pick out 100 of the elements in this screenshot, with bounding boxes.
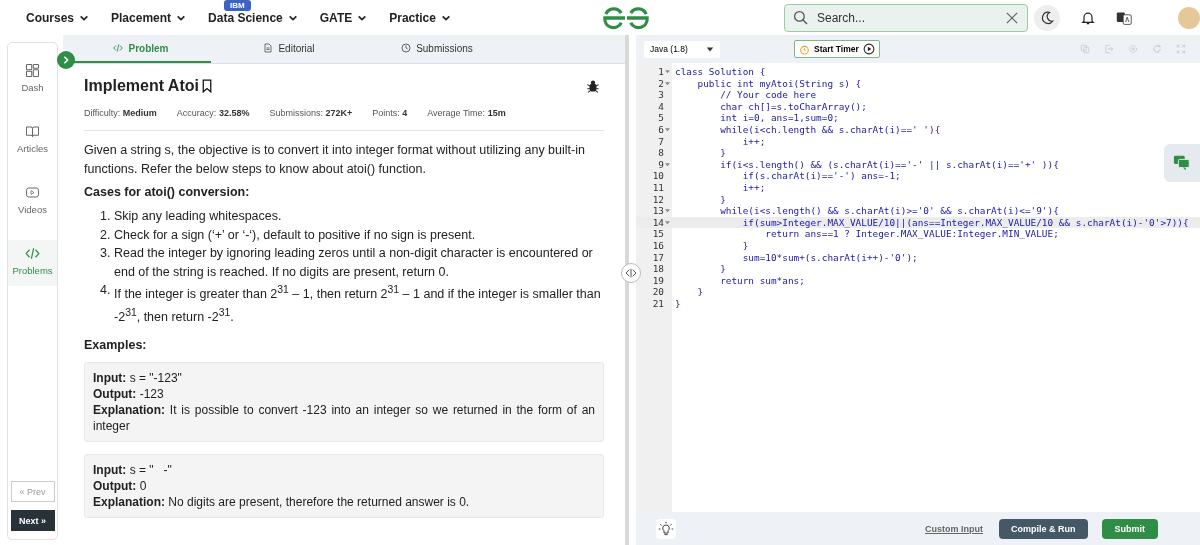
sidebar-item[interactable]: Articles <box>8 118 57 164</box>
tab[interactable]: Submissions <box>367 35 507 63</box>
nav-menu-item[interactable]: Practice <box>389 10 451 25</box>
tab[interactable]: Problem <box>71 35 211 63</box>
case-text: Skip any leading whitespaces. <box>114 208 282 225</box>
line-number: 1 <box>658 66 664 78</box>
tab[interactable]: Editorial <box>219 35 359 63</box>
code-line: return sum*ans; <box>719 274 805 287</box>
meta-label: Points: 4 <box>372 108 408 118</box>
line-number: 6 <box>658 123 664 136</box>
line-number: 4 <box>658 100 664 113</box>
code-line: // Your code here <box>719 89 817 101</box>
search-field[interactable]: Search... <box>784 3 1028 32</box>
list-number: 3. <box>100 245 112 262</box>
fold-icon[interactable] <box>665 127 670 133</box>
caret-icon <box>706 45 714 53</box>
line-number: 9 <box>658 158 664 171</box>
code-line: public int myAtoi(String s) { <box>696 77 862 90</box>
nav-menu-item[interactable]: Data Science <box>208 10 298 25</box>
line-number: 20 <box>652 286 664 298</box>
nav-menu-item[interactable]: GATE <box>319 10 368 25</box>
fold-icon[interactable] <box>665 208 670 214</box>
sidebar-item[interactable]: Videos <box>8 179 57 225</box>
meta-label: Accuracy: 32.58% <box>176 108 250 118</box>
code-line: return ans==1 ? Integer.MAX_VALUE:Integer.MIN_VALUE; <box>764 228 1059 240</box>
nav-menu-item[interactable]: Courses <box>26 10 90 25</box>
code-line: } <box>696 286 704 298</box>
lightbulb-icon <box>658 520 674 537</box>
line-number: 8 <box>658 147 664 159</box>
search-icon <box>793 9 809 26</box>
reset-icon[interactable] <box>1152 44 1162 54</box>
dark-mode-button[interactable] <box>1034 4 1060 31</box>
example-line: Input: s = "-123" <box>93 370 183 387</box>
example-line: Output: -123 <box>93 386 165 403</box>
line-number: 11 <box>652 181 664 194</box>
code-line: class Solution { <box>674 66 766 78</box>
line-number: 19 <box>652 274 664 287</box>
custom-input-link[interactable]: Custom Input <box>925 523 983 534</box>
moon-icon <box>1039 9 1055 26</box>
nav-menu-item[interactable]: Placement <box>111 10 187 25</box>
sidebar-item[interactable]: Dash <box>8 57 57 103</box>
case-text: Check for a sign (‘+’ or ‘-‘), default to positive if no sign is present. <box>114 226 476 244</box>
code-line: int i=0, ans=1,sum=0; <box>719 112 839 124</box>
expand-button[interactable] <box>57 51 75 69</box>
next-button[interactable]: Next » <box>10 510 55 531</box>
chat-button[interactable] <box>1164 144 1200 182</box>
line-number: 12 <box>652 193 664 206</box>
language-dropdown[interactable]: Java (1.8) <box>644 40 720 58</box>
example-line: Explanation: It is possible to convert -123 into an integer so we returned in the form of an integer <box>93 402 595 435</box>
code-line: sum=10*sum+(s.charAt(i++)-'0'); <box>741 251 918 264</box>
problem-title: Implement Atoi <box>84 77 199 95</box>
bookmark-icon[interactable] <box>201 79 212 93</box>
line-number: 21 <box>652 297 664 310</box>
example-line: Input: s = " -" <box>93 462 173 479</box>
chat-icon <box>1173 154 1191 172</box>
example-line: Output: 0 <box>93 478 148 495</box>
close-icon[interactable] <box>1006 11 1018 24</box>
example-line: Explanation: No digits are present, therefore the returned answer is 0. <box>93 494 471 511</box>
fullscreen-icon[interactable] <box>1176 44 1186 54</box>
line-number: 7 <box>658 135 664 148</box>
logo-icon[interactable] <box>602 5 650 30</box>
start-timer-button[interactable]: Start Timer <box>794 40 880 58</box>
resize-handle[interactable] <box>621 263 641 283</box>
line-number: 3 <box>658 89 664 101</box>
code-icon <box>113 43 124 53</box>
meta-label: Submissions: 272K+ <box>269 108 353 118</box>
code-line: if(sum>Integer.MAX_VALUE/10||(ans==Integer.MAX_VALUE/10 && s.charAt(i)-'0'>7)){ <box>741 216 1189 229</box>
bug-icon[interactable] <box>586 79 600 93</box>
fold-icon[interactable] <box>665 162 670 168</box>
code-line: } <box>741 239 749 252</box>
meta-label: Average Time: 15m <box>427 108 506 118</box>
nav-badge: IBM <box>224 0 251 11</box>
list-number: 2. <box>100 226 112 244</box>
book-icon <box>25 124 40 139</box>
fold-icon[interactable] <box>665 80 670 86</box>
document-icon <box>263 43 274 53</box>
line-number: 15 <box>652 228 664 240</box>
fold-icon[interactable] <box>665 220 670 225</box>
hint-button[interactable] <box>656 518 676 539</box>
code-icon <box>25 246 40 261</box>
line-number: 17 <box>652 251 664 264</box>
line-number: 13 <box>652 205 664 217</box>
fold-icon[interactable] <box>665 69 670 75</box>
code-line: i++; <box>741 135 766 148</box>
sidebar-item[interactable]: Problems <box>8 240 57 286</box>
line-number: 18 <box>652 263 664 275</box>
code-line: while(i<ch.length && s.charAt(i)==' '){ <box>719 123 941 136</box>
list-number: 1. <box>100 208 112 225</box>
translate-icon[interactable] <box>1116 9 1132 26</box>
section-heading: Cases for atoi() conversion: <box>84 185 251 199</box>
code-line: } <box>719 193 726 206</box>
case-text: Read the integer by ignoring leading zeros until a non-digit character is encountered or end of the string is reached. If no digits are present, return 0. <box>114 245 594 281</box>
code-line: if(i<s.length() && (s.charAt(i)=='-' || s.charAt(i)=='+' )){ <box>719 158 1059 171</box>
avatar[interactable] <box>1178 6 1200 29</box>
submit-button[interactable]: Submit <box>1101 518 1158 539</box>
line-number: 14 <box>652 216 664 229</box>
case-text: If the integer is greater than 2$^{31}$ – 1, then return 2$^{31}$ – 1 and if the integer is smaller than -2$^{31}$, then return -2$^{31}$. <box>114 283 602 326</box>
clock-icon <box>401 43 412 53</box>
compile-run-button[interactable]: Compile & Run <box>999 518 1088 539</box>
meta-label: Difficulty: Medium <box>84 108 157 118</box>
